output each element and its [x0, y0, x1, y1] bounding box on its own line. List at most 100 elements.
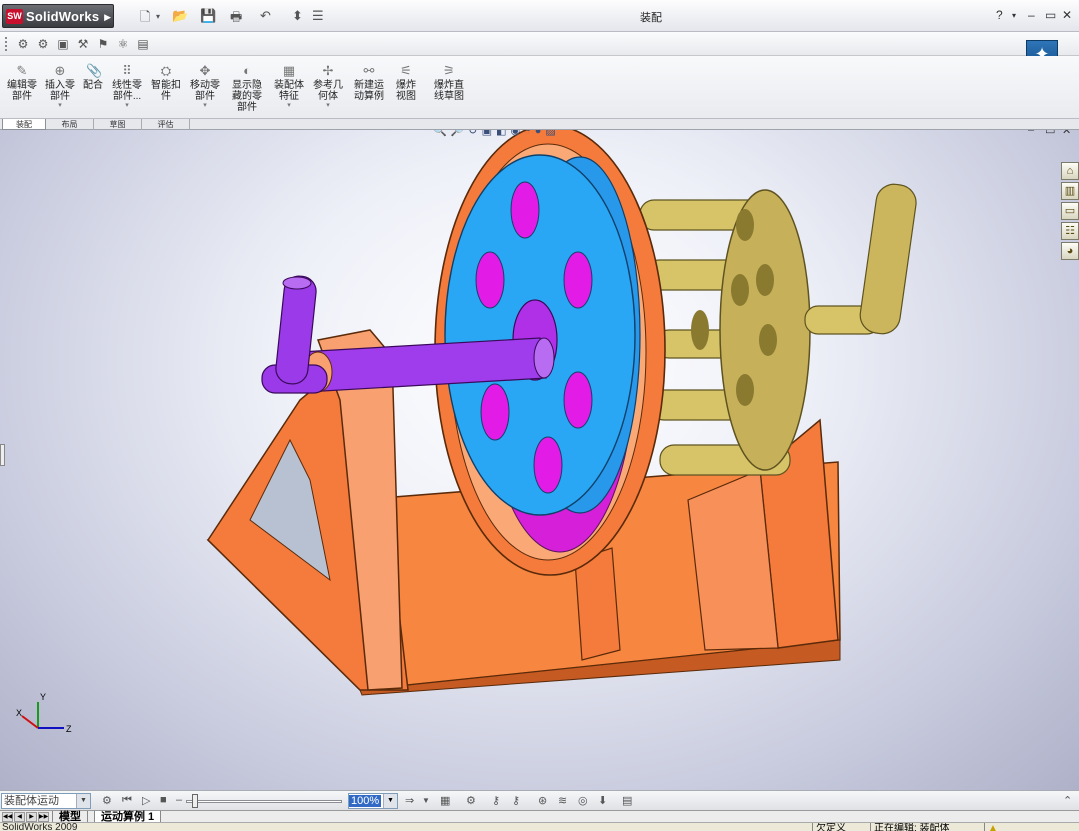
zoom-to-fit-icon[interactable]: 🔍 [433, 130, 451, 137]
button-label: 新建运动算例 [354, 80, 384, 102]
playback-speed-slider[interactable] [186, 800, 342, 803]
zoom-area-icon[interactable]: 🔎 [451, 130, 469, 137]
explode-line-sketch-button[interactable]: ⚞ 爆炸直线草图 [430, 63, 468, 103]
viewport-restore-button[interactable]: ▭ [1045, 130, 1055, 137]
mate-button[interactable]: 📎 配合 [80, 64, 106, 92]
animation-wizard-icon[interactable]: ⚙ [466, 794, 476, 807]
view-triad[interactable] [21, 702, 64, 729]
chevron-down-icon[interactable]: ▼ [76, 794, 90, 808]
dropdown-arrow-icon[interactable]: ▾ [270, 102, 308, 110]
assembly-features-button[interactable]: ▦ 装配体特征 ▾ [270, 64, 308, 110]
assembly-tool-icon-3[interactable]: ▣ [56, 37, 70, 51]
save-icon[interactable]: 💾 [200, 8, 216, 24]
dropdown-arrow-icon[interactable]: ▾ [42, 102, 78, 110]
motion-study-type-select[interactable]: 装配体运动 ▼ [1, 793, 91, 809]
button-label: 爆炸直线草图 [434, 80, 464, 102]
graphics-area[interactable]: Y X Z 🔍🔎↺▣◧◉◔●▨ – ▭ ✕ ⌂ ▥ ▭ ☷ ◕ [0, 130, 1079, 790]
display-style-icon[interactable]: ◉ [510, 130, 524, 137]
show-hidden-components-button[interactable]: ◐ 显示隐藏的零部件 [228, 64, 266, 114]
gravity-icon[interactable]: ⬇ [598, 794, 607, 807]
linear-pattern-button[interactable]: ⠿ 线性零部件... ▾ [108, 64, 146, 110]
dropdown-arrow-icon[interactable]: ▾ [186, 102, 224, 110]
collapse-motion-manager-icon[interactable]: ⌃ [1063, 794, 1072, 807]
play-icon[interactable]: ▷ [142, 794, 150, 807]
smart-fasteners-button[interactable]: ⛭ 智能扣件 [148, 64, 184, 103]
playback-zoom-select[interactable]: 100% ▼ [348, 793, 398, 809]
minimize-button[interactable]: – [1028, 8, 1035, 22]
edit-component-button[interactable]: ✎ 编辑零部件 [4, 64, 40, 103]
new-dropdown-icon[interactable]: ▾ [156, 12, 160, 21]
tab-sketch[interactable]: 草图 [94, 119, 142, 130]
rebuild-warning-icon[interactable]: ▲ [984, 823, 1079, 831]
crank-handle[interactable] [858, 182, 918, 336]
reference-geometry-button[interactable]: ✢ 参考几何体 ▾ [310, 64, 346, 110]
exploded-view-icon: ⚟ [400, 63, 412, 78]
tab-assembly[interactable]: 装配 [2, 119, 46, 130]
undo-icon[interactable]: ↶ [260, 8, 271, 24]
stop-icon[interactable]: ■ [160, 794, 167, 806]
help-dropdown-icon[interactable]: ▾ [1012, 11, 1016, 20]
assembly-tool-icon-6[interactable]: ⚛ [116, 37, 130, 51]
last-tab-icon[interactable]: ▶▶ [38, 812, 49, 822]
assembly-tool-icon-5[interactable]: ⚑ [96, 37, 110, 51]
taskpane-appearance-icon[interactable]: ◕ [1061, 242, 1079, 260]
restore-button[interactable]: ▭ [1045, 8, 1056, 22]
motor-icon[interactable]: ⊛ [538, 794, 547, 807]
dropdown-arrow-icon[interactable]: ▾ [108, 102, 146, 110]
print-icon[interactable]: 🖶 [230, 8, 242, 30]
explode-line-sketch-icon: ⚞ [443, 63, 455, 78]
scene-icon[interactable]: ▨ [545, 130, 559, 137]
tab-layout[interactable]: 布局 [46, 119, 94, 130]
first-tab-icon[interactable]: ◀◀ [2, 812, 13, 822]
prev-tab-icon[interactable]: ◀ [14, 812, 25, 822]
next-tab-icon[interactable]: ▶ [26, 812, 37, 822]
autokey-icon[interactable]: ⚷ [492, 794, 500, 807]
save-animation-icon[interactable]: ▦ [440, 794, 450, 807]
new-motion-study-button[interactable]: ⚯ 新建运动算例 [350, 64, 388, 103]
section-view-icon[interactable]: ▣ [482, 130, 496, 137]
taskpane-palette-icon[interactable]: ☷ [1061, 222, 1079, 240]
select-icon[interactable]: ⬍ [292, 8, 303, 24]
rebuild-icon[interactable]: ☰ [312, 8, 324, 24]
dropdown-arrow-icon[interactable]: ▾ [310, 102, 346, 110]
view-orientation-icon[interactable]: ◧ [496, 130, 510, 137]
results-icon[interactable]: ▤ [622, 794, 632, 807]
assembly-tool-icon-7[interactable]: ▤ [136, 37, 150, 51]
appearance-icon[interactable]: ● [535, 130, 546, 137]
tab-evaluate[interactable]: 评估 [142, 119, 190, 130]
spring-icon[interactable]: ≋ [558, 794, 567, 807]
viewport-minimize-button[interactable]: – [1028, 130, 1034, 136]
insert-component-button[interactable]: ⊕ 插入零部件 ▾ [42, 64, 78, 110]
slider-thumb[interactable] [192, 794, 198, 808]
new-document-icon[interactable]: 🗋 [140, 8, 150, 30]
taskpane-folder-icon[interactable]: ▭ [1061, 202, 1079, 220]
button-label: 智能扣件 [151, 80, 181, 102]
previous-view-icon[interactable]: ↺ [468, 130, 481, 137]
chevron-down-icon[interactable]: ▼ [383, 794, 397, 808]
move-component-button[interactable]: ✥ 移动零部件 ▾ [186, 64, 224, 110]
add-key-icon[interactable]: ⚷ [512, 794, 520, 807]
playback-mode-dropdown-icon[interactable]: ▼ [422, 796, 430, 805]
viewport-close-button[interactable]: ✕ [1062, 130, 1071, 137]
window-title: 装配 [640, 12, 662, 24]
taskpane-library-icon[interactable]: ▥ [1061, 182, 1079, 200]
close-button[interactable]: ✕ [1062, 8, 1072, 22]
assembly-tool-icon-4[interactable]: ⚒ [76, 37, 90, 51]
taskpane-home-icon[interactable]: ⌂ [1061, 162, 1079, 180]
shaft-end [533, 337, 555, 379]
exploded-view-button[interactable]: ⚟ 爆炸视图 [392, 63, 420, 103]
playback-mode-icon[interactable]: ⇒ [405, 794, 414, 807]
model-tabs: ◀◀ ◀ ▶ ▶▶ 模型 运动算例 1 [0, 810, 1079, 823]
feature-manager-grip[interactable] [0, 444, 5, 466]
help-icon[interactable]: ? [996, 8, 1003, 22]
solidworks-menu-button[interactable]: SW SolidWorks ▶ [2, 4, 114, 28]
toolbar-grip-icon[interactable] [5, 37, 8, 51]
open-icon[interactable]: 📂 [172, 8, 188, 24]
assembly-tool-icon-1[interactable]: ⚙ [16, 37, 30, 51]
contact-icon[interactable]: ◎ [578, 794, 588, 807]
play-from-start-icon[interactable]: ⏮ [122, 794, 132, 807]
assembly-model[interactable]: Y X Z [0, 130, 1079, 790]
calculate-icon[interactable]: ⚙ [102, 794, 112, 807]
assembly-tool-icon-2[interactable]: ⚙ [36, 37, 50, 51]
hide-show-icon[interactable]: ◔ [524, 130, 535, 137]
